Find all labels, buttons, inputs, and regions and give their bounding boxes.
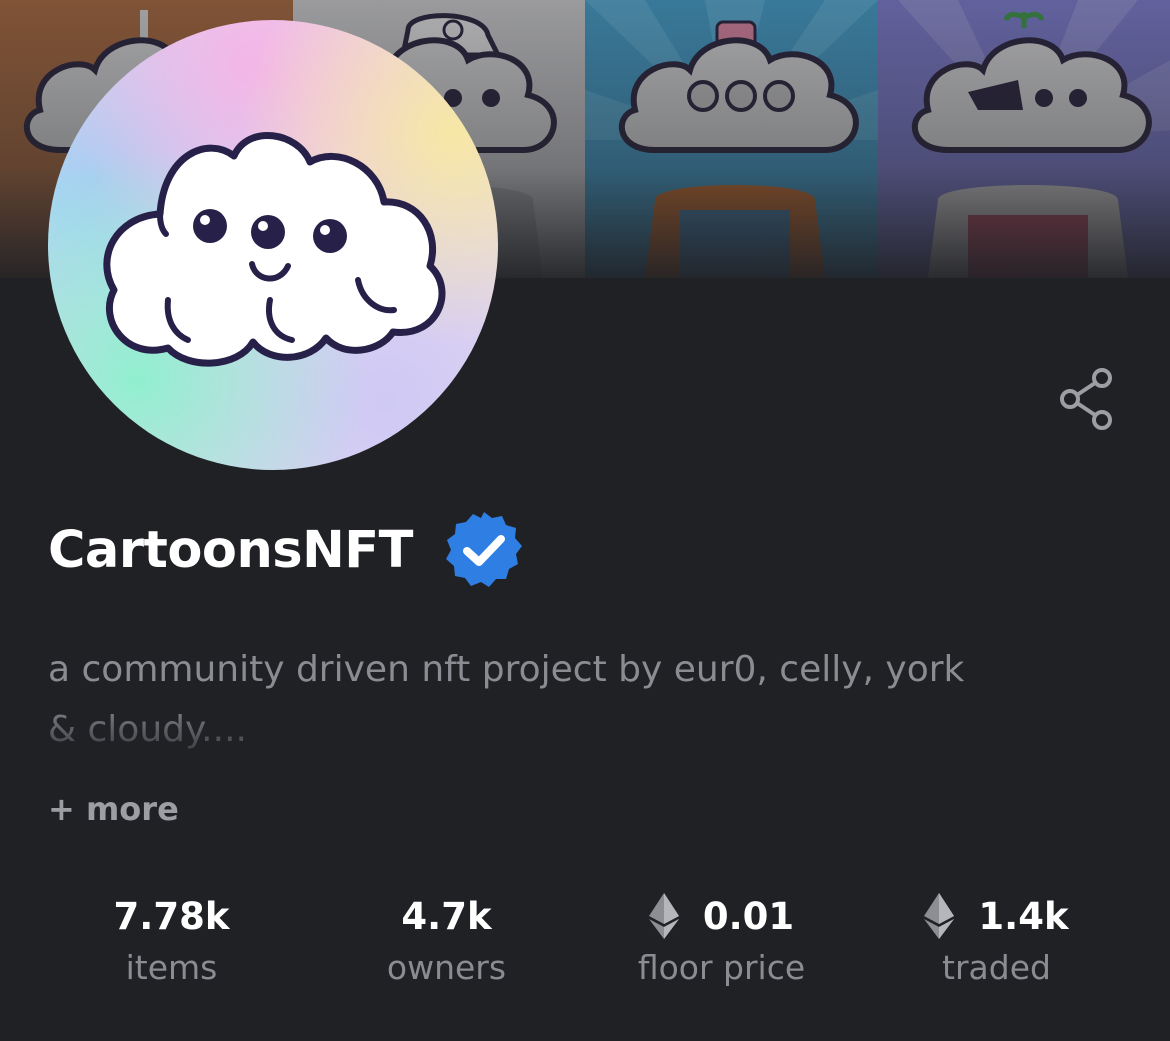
collection-stats: 7.78k items 4.7k owners 0.01 floor price: [34, 888, 1134, 987]
stat-items[interactable]: 7.78k items: [34, 888, 309, 988]
stat-label: items: [125, 948, 218, 987]
stat-value: 4.7k: [401, 894, 492, 938]
collection-avatar: [48, 20, 498, 470]
stat-value: 1.4k: [978, 894, 1069, 938]
stat-label: owners: [386, 948, 507, 987]
cloud-mascot-icon: [103, 131, 446, 367]
stat-label: traded: [942, 948, 1051, 987]
description-line-2: & cloudy....: [48, 709, 247, 750]
stat-label: floor price: [637, 948, 806, 987]
description-line-1: a community driven nft project by eur0, …: [48, 649, 965, 690]
more-button[interactable]: + more: [48, 790, 179, 828]
stat-traded[interactable]: 1.4k traded: [859, 888, 1134, 987]
collection-title: CartoonsNFT: [48, 520, 413, 580]
stat-value: 7.78k: [113, 894, 230, 938]
collection-title-row: CartoonsNFT: [48, 508, 525, 592]
banner-artwork-4: [877, 0, 1170, 278]
ethereum-icon: [924, 893, 955, 939]
collection-description: a community driven nft project by eur0, …: [48, 640, 1128, 760]
stat-owners[interactable]: 4.7k owners: [309, 888, 584, 988]
share-icon: [1060, 368, 1112, 430]
ethereum-icon: [648, 893, 679, 939]
banner-artwork-3: [585, 0, 878, 278]
stat-floor-price[interactable]: 0.01 floor price: [584, 888, 859, 987]
verified-badge-icon: [443, 509, 525, 591]
stat-value: 0.01: [702, 894, 795, 938]
share-button[interactable]: [1052, 364, 1122, 434]
